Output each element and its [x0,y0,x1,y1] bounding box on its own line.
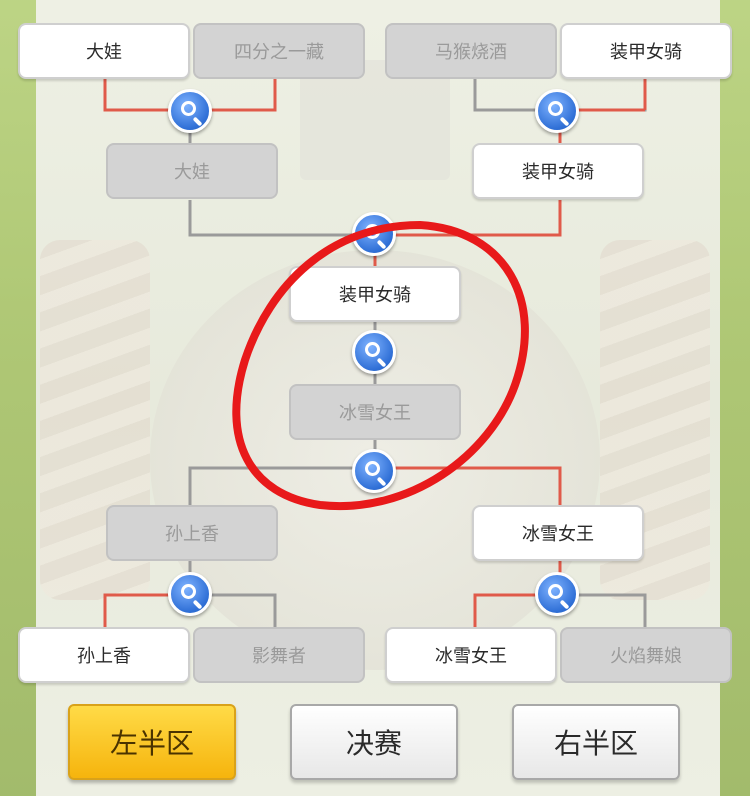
player-name: 装甲女骑 [610,42,682,63]
player-name: 冰雪女王 [435,646,507,667]
player-slot-final-1[interactable]: 装甲女骑 [289,266,461,322]
player-name: 装甲女骑 [522,162,594,183]
player-name: 大娃 [174,162,210,183]
player-slot-semi-4[interactable]: 冰雪女王 [472,505,644,561]
player-slot-semi-2[interactable]: 装甲女骑 [472,143,644,199]
tab-label: 决赛 [345,727,402,760]
player-name: 孙上香 [77,646,131,667]
tab-label: 右半区 [553,727,638,760]
player-name: 火焰舞娘 [610,646,682,667]
view-match-button-semi-bottom[interactable] [352,449,396,493]
player-slot-r8-5[interactable]: 孙上香 [18,627,190,683]
player-slot-r8-2[interactable]: 四分之一藏 [193,23,365,79]
player-slot-r8-3[interactable]: 马猴烧酒 [385,23,557,79]
player-name: 马猴烧酒 [435,42,507,63]
player-name: 冰雪女王 [522,524,594,545]
player-slot-r8-1[interactable]: 大娃 [18,23,190,79]
tab-right-half[interactable]: 右半区 [512,704,680,780]
view-match-button-r8-top-right[interactable] [535,89,579,133]
player-slot-r8-7[interactable]: 冰雪女王 [385,627,557,683]
player-slot-semi-3[interactable]: 孙上香 [106,505,278,561]
view-match-button-r8-bottom-left[interactable] [168,572,212,616]
player-name: 四分之一藏 [234,42,324,63]
player-slot-r8-8[interactable]: 火焰舞娘 [560,627,732,683]
view-match-button-semi-top[interactable] [352,212,396,256]
view-match-button-final[interactable] [352,330,396,374]
tab-left-half[interactable]: 左半区 [68,704,236,780]
player-name: 装甲女骑 [339,285,411,306]
player-slot-r8-6[interactable]: 影舞者 [193,627,365,683]
view-match-button-r8-bottom-right[interactable] [535,572,579,616]
player-name: 影舞者 [252,646,306,667]
player-slot-r8-4[interactable]: 装甲女骑 [560,23,732,79]
player-name: 冰雪女王 [339,403,411,424]
player-name: 孙上香 [165,524,219,545]
tab-final[interactable]: 决赛 [290,704,458,780]
tab-label: 左半区 [109,727,194,760]
player-slot-semi-1[interactable]: 大娃 [106,143,278,199]
player-slot-final-2[interactable]: 冰雪女王 [289,384,461,440]
view-match-button-r8-top-left[interactable] [168,89,212,133]
player-name: 大娃 [86,42,122,63]
